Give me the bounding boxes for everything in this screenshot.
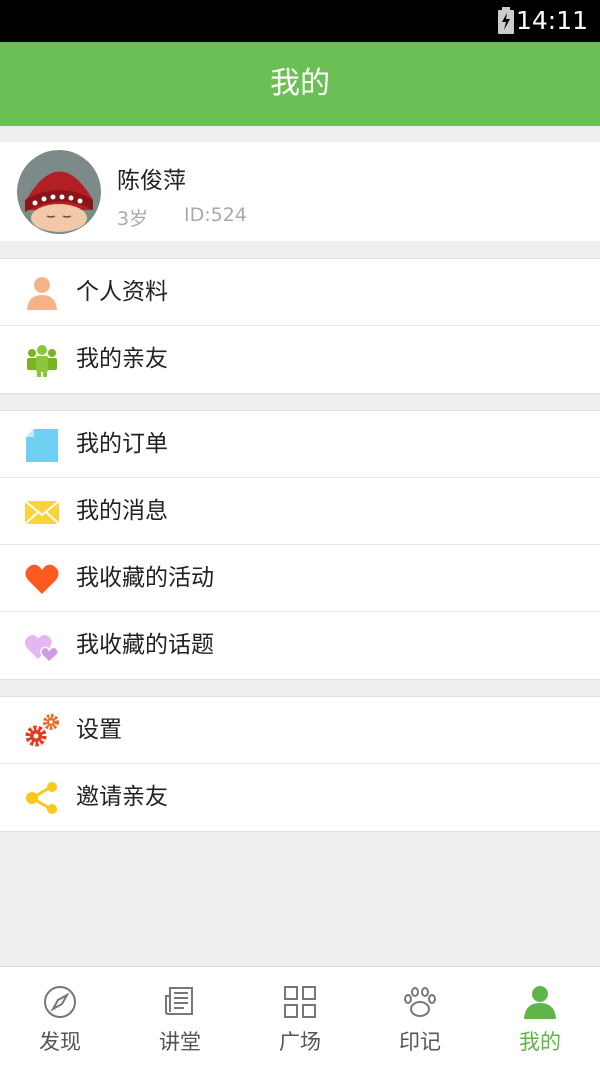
person-icon bbox=[524, 986, 556, 1019]
grid-icon bbox=[284, 986, 316, 1018]
tab-label: 印记 bbox=[399, 1030, 441, 1054]
tab-label: 广场 bbox=[279, 1030, 321, 1054]
tab-mine[interactable]: 我的 bbox=[480, 967, 600, 1067]
profile-id: ID:524 bbox=[184, 204, 247, 226]
menu-item-family[interactable]: 我的亲友 bbox=[0, 326, 600, 393]
profile-card[interactable]: 陈俊萍 3岁 ID:524 bbox=[0, 142, 600, 241]
newspaper-icon bbox=[165, 987, 193, 1015]
menu-item-settings[interactable]: 设置 bbox=[0, 697, 600, 764]
menu-item-label: 我收藏的活动 bbox=[76, 565, 214, 591]
double-heart-icon bbox=[24, 635, 60, 664]
battery-icon bbox=[498, 7, 514, 34]
menu-item-label: 我的消息 bbox=[76, 498, 168, 524]
menu-item-profile[interactable]: 个人资料 bbox=[0, 259, 600, 326]
menu-group-activity: 我的订单 我的消息 我收藏的活动 我收藏的话题 bbox=[0, 410, 600, 680]
menu-group-personal: 个人资料 我的亲友 bbox=[0, 258, 600, 394]
page-title: 我的 bbox=[270, 66, 330, 101]
profile-name: 陈俊萍 bbox=[117, 168, 186, 194]
tab-imprint[interactable]: 印记 bbox=[360, 967, 480, 1067]
tab-label: 发现 bbox=[39, 1030, 81, 1054]
menu-item-label: 个人资料 bbox=[76, 279, 168, 305]
envelope-icon bbox=[24, 500, 60, 525]
status-bar: 14:11 bbox=[0, 0, 600, 42]
family-icon bbox=[27, 345, 57, 377]
document-icon bbox=[26, 429, 58, 462]
menu-item-fav-activities[interactable]: 我收藏的活动 bbox=[0, 545, 600, 612]
status-time: 14:11 bbox=[515, 6, 588, 35]
menu-item-label: 设置 bbox=[76, 717, 122, 743]
avatar[interactable] bbox=[17, 150, 101, 234]
tab-label: 讲堂 bbox=[159, 1030, 201, 1054]
menu-item-label: 我的亲友 bbox=[76, 346, 168, 372]
share-icon bbox=[26, 782, 57, 814]
menu-item-label: 我的订单 bbox=[76, 431, 168, 457]
menu-item-fav-topics[interactable]: 我收藏的话题 bbox=[0, 612, 600, 679]
gear-icon bbox=[25, 714, 59, 747]
tab-square[interactable]: 广场 bbox=[240, 967, 360, 1067]
menu-item-invite[interactable]: 邀请亲友 bbox=[0, 764, 600, 831]
menu-item-label: 邀请亲友 bbox=[76, 784, 168, 810]
profile-age: 3岁 bbox=[117, 208, 149, 230]
menu-item-orders[interactable]: 我的订单 bbox=[0, 411, 600, 478]
tab-label: 我的 bbox=[519, 1030, 561, 1054]
menu-group-settings: 设置 邀请亲友 bbox=[0, 696, 600, 832]
bottom-tab-bar: 发现 讲堂 广场 印记 我的 bbox=[0, 966, 600, 1067]
menu-item-messages[interactable]: 我的消息 bbox=[0, 478, 600, 545]
menu-item-label: 我收藏的话题 bbox=[76, 632, 214, 658]
paw-icon bbox=[404, 987, 436, 1017]
person-icon bbox=[27, 277, 57, 310]
heart-icon bbox=[25, 564, 59, 594]
app-header: 我的 bbox=[0, 42, 600, 126]
tab-lecture[interactable]: 讲堂 bbox=[120, 967, 240, 1067]
tab-discover[interactable]: 发现 bbox=[0, 967, 120, 1067]
compass-icon bbox=[44, 986, 76, 1018]
